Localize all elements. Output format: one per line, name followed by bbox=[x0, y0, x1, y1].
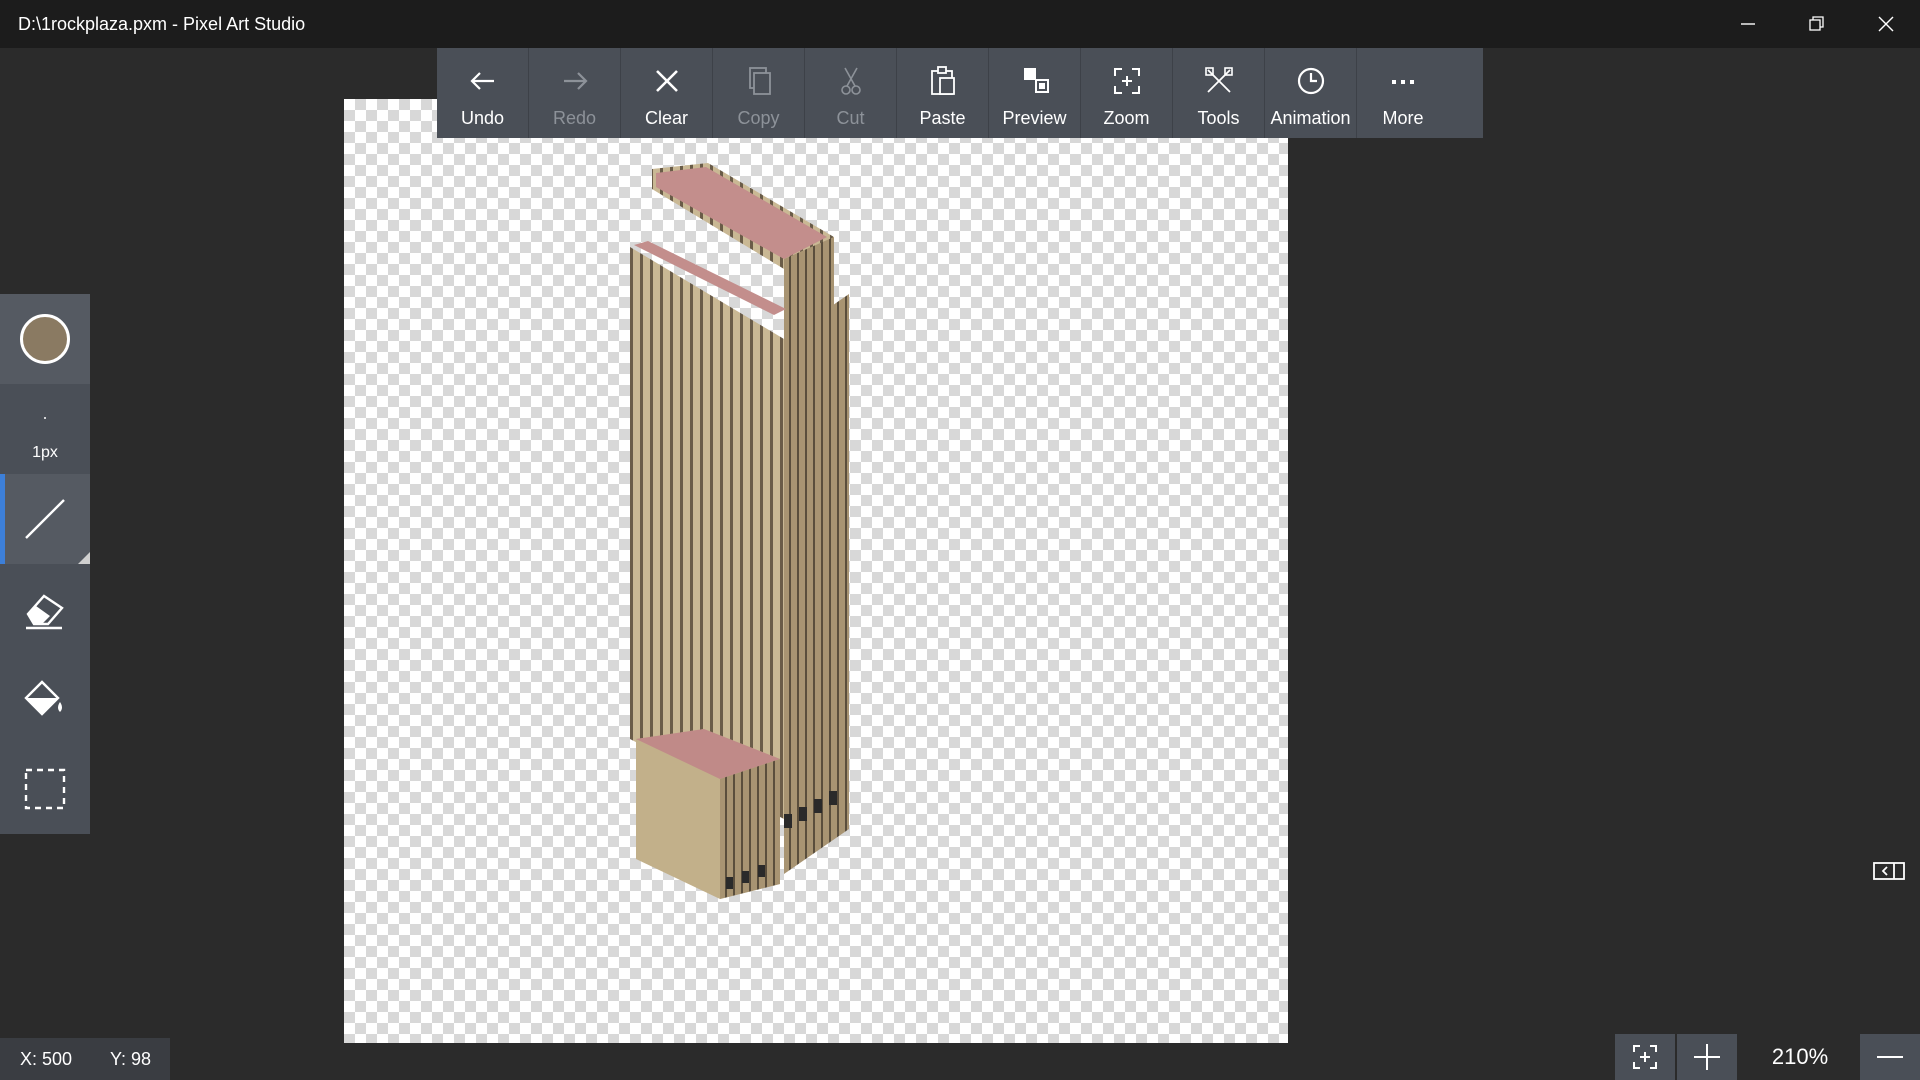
selection-tool-button[interactable] bbox=[0, 744, 90, 834]
tools-label: Tools bbox=[1197, 108, 1240, 128]
close-icon bbox=[655, 70, 678, 92]
more-icon bbox=[1392, 80, 1414, 84]
zoom-fit-button[interactable] bbox=[1615, 1034, 1675, 1080]
marquee-select-icon bbox=[24, 768, 66, 810]
cut-button[interactable]: Cut bbox=[805, 48, 897, 138]
scissors-icon bbox=[840, 67, 861, 95]
paint-bucket-icon bbox=[24, 680, 62, 716]
title-bar: D:\1rockplaza.pxm - Pixel Art Studio bbox=[0, 0, 1920, 48]
copy-label: Copy bbox=[737, 108, 780, 128]
minimize-icon bbox=[1741, 23, 1755, 25]
more-label: More bbox=[1382, 108, 1424, 128]
close-icon bbox=[1878, 16, 1894, 32]
selected-indicator bbox=[0, 474, 5, 564]
window-title: D:\1rockplaza.pxm - Pixel Art Studio bbox=[18, 14, 306, 34]
arrow-left-icon bbox=[469, 72, 494, 90]
brush-size-label: 1px bbox=[32, 444, 58, 461]
eraser-icon bbox=[26, 594, 64, 630]
drawing-canvas[interactable] bbox=[344, 99, 1288, 1043]
paste-button[interactable]: Paste bbox=[897, 48, 989, 138]
clear-label: Clear bbox=[644, 108, 688, 128]
animation-label: Animation bbox=[1270, 108, 1351, 128]
close-window-button[interactable] bbox=[1852, 0, 1920, 48]
tools-icon bbox=[1204, 67, 1233, 93]
paste-icon bbox=[930, 66, 955, 95]
zoom-label: Zoom bbox=[1103, 108, 1150, 128]
paste-label: Paste bbox=[919, 108, 966, 128]
brush-dot-icon bbox=[44, 417, 46, 419]
zoom-button[interactable]: Zoom bbox=[1081, 48, 1173, 138]
minimize-button[interactable] bbox=[1714, 0, 1782, 48]
zoom-fit-icon bbox=[1633, 1045, 1657, 1069]
x-coordinate: X: 500 bbox=[20, 1049, 73, 1069]
submenu-corner-icon bbox=[78, 552, 90, 564]
brush-size-button[interactable]: 1px bbox=[0, 384, 90, 474]
current-color-swatch bbox=[20, 314, 70, 364]
eraser-tool-button[interactable] bbox=[0, 564, 90, 654]
cut-label: Cut bbox=[836, 108, 865, 128]
minus-icon bbox=[1877, 1056, 1903, 1058]
undo-label: Undo bbox=[460, 108, 505, 128]
tools-button[interactable]: Tools bbox=[1173, 48, 1265, 138]
y-coordinate: Y: 98 bbox=[110, 1049, 152, 1069]
restore-button[interactable] bbox=[1782, 0, 1850, 48]
color-picker-button[interactable] bbox=[0, 294, 90, 384]
more-button[interactable]: More bbox=[1357, 48, 1449, 138]
main-toolbar: Undo Redo Clear Copy Cut Paste Preview Z… bbox=[437, 48, 1483, 138]
copy-icon bbox=[748, 67, 771, 95]
arrow-right-icon bbox=[563, 72, 588, 90]
preview-button[interactable]: Preview bbox=[989, 48, 1081, 138]
coordinates-readout: X: 500 Y: 98 bbox=[0, 1038, 170, 1080]
copy-button[interactable]: Copy bbox=[713, 48, 805, 138]
restore-icon bbox=[1809, 16, 1824, 31]
tool-panel: 1px bbox=[0, 294, 90, 834]
line-icon bbox=[25, 499, 65, 539]
animation-button[interactable]: Animation bbox=[1265, 48, 1357, 138]
redo-button[interactable]: Redo bbox=[529, 48, 621, 138]
plus-icon bbox=[1694, 1044, 1720, 1070]
redo-label: Redo bbox=[552, 108, 597, 128]
preview-label: Preview bbox=[1002, 108, 1067, 128]
clear-button[interactable]: Clear bbox=[621, 48, 713, 138]
panel-toggle-icon[interactable] bbox=[1872, 860, 1906, 882]
zoom-in-button[interactable] bbox=[1677, 1034, 1737, 1080]
preview-icon bbox=[1023, 68, 1049, 93]
clock-icon bbox=[1297, 67, 1324, 95]
zoom-level: 210% bbox=[1740, 1034, 1860, 1080]
zoom-fit-icon bbox=[1113, 68, 1140, 94]
building-artwork bbox=[630, 163, 849, 899]
undo-button[interactable]: Undo bbox=[437, 48, 529, 138]
line-tool-button[interactable] bbox=[0, 474, 90, 564]
fill-tool-button[interactable] bbox=[0, 654, 90, 744]
zoom-out-button[interactable] bbox=[1860, 1034, 1920, 1080]
